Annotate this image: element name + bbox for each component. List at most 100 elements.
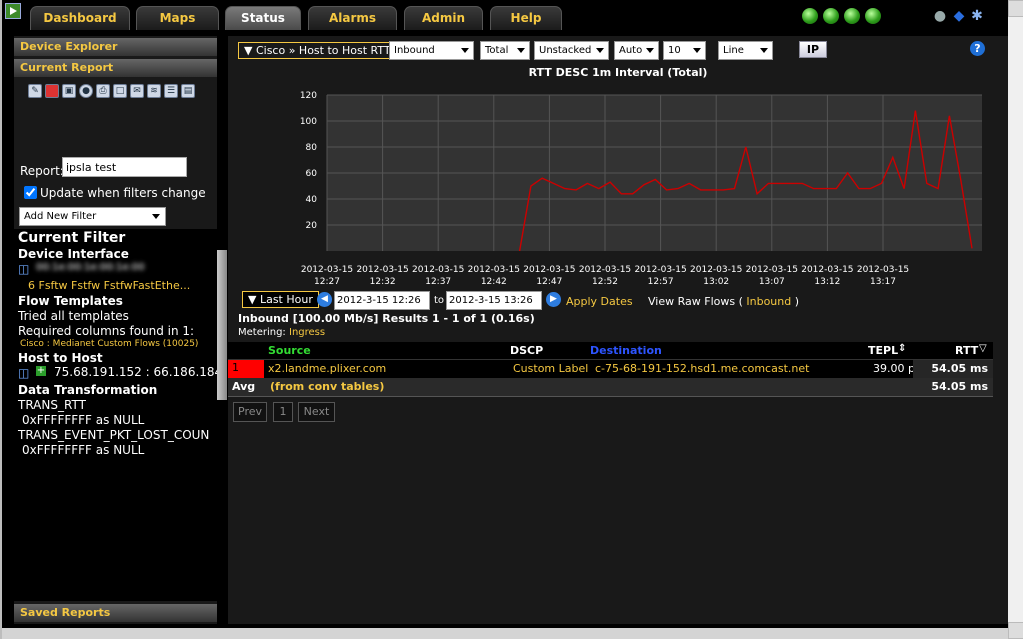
transformation-item: TRANS_EVENT_PKT_LOST_COUN bbox=[18, 428, 210, 442]
status-light-icon[interactable] bbox=[865, 8, 881, 24]
ip-button[interactable]: IP bbox=[799, 41, 827, 58]
column-tepl[interactable]: TEPL bbox=[868, 344, 898, 357]
trash-icon[interactable]: ◫ bbox=[18, 262, 29, 276]
tab-maps[interactable]: Maps bbox=[136, 6, 219, 30]
data-transformation-label: Data Transformation bbox=[18, 383, 158, 397]
total-select[interactable]: Total bbox=[480, 41, 530, 60]
next-period-icon[interactable]: ▶ bbox=[546, 292, 561, 307]
page-number-button[interactable]: 1 bbox=[273, 402, 293, 422]
avg-note: (from conv tables) bbox=[270, 380, 385, 393]
table-row[interactable]: 1 x2.landme.plixer.com Custom Label c-75… bbox=[228, 359, 993, 379]
avg-label: Avg bbox=[232, 380, 256, 393]
date-from-input[interactable] bbox=[334, 291, 430, 310]
device-ip[interactable]: 00:1e:00:1e:00:1e:00 bbox=[36, 262, 145, 273]
view-raw-inbound-link[interactable]: Inbound bbox=[746, 295, 791, 308]
view-raw-prefix: View Raw Flows ( bbox=[648, 295, 743, 308]
x-tick-label: 12:32 bbox=[370, 277, 396, 287]
x-tick-label: 2012-03-15 bbox=[857, 265, 909, 275]
edit-icon[interactable]: ✎ bbox=[28, 84, 42, 98]
destination-host[interactable]: c-75-68-191-152.hsd1.me.comcast.net bbox=[595, 362, 809, 375]
device-explorer-header[interactable]: Device Explorer bbox=[14, 38, 217, 56]
print-icon[interactable]: ⎙ bbox=[96, 84, 110, 98]
info-icon[interactable]: ◆ bbox=[951, 8, 967, 24]
email-icon[interactable]: ✉ bbox=[130, 84, 144, 98]
save-red-icon[interactable] bbox=[45, 84, 59, 98]
column-destination[interactable]: Destination bbox=[590, 344, 662, 357]
next-page-button[interactable]: Next bbox=[298, 402, 335, 422]
device-interface-label: Device Interface bbox=[18, 247, 129, 261]
metering-label: Metering: bbox=[238, 327, 286, 338]
sidebar-collapse-handle[interactable] bbox=[217, 250, 227, 400]
status-light-icon[interactable] bbox=[823, 8, 839, 24]
wrench-icon[interactable]: ✱ bbox=[969, 8, 985, 24]
count-select[interactable]: 10 bbox=[663, 41, 706, 60]
prev-page-button[interactable]: Prev bbox=[233, 402, 267, 422]
scale-select[interactable]: Auto bbox=[614, 41, 659, 60]
sort-icon[interactable]: ⇕ bbox=[898, 343, 906, 354]
document-icon[interactable]: ☰ bbox=[164, 84, 178, 98]
y-tick-label: 80 bbox=[306, 143, 318, 153]
host-pair[interactable]: 75.68.191.152 : 66.186.184.2 bbox=[54, 365, 217, 379]
column-dscp[interactable]: DSCP bbox=[510, 344, 543, 357]
tab-dashboard[interactable]: Dashboard bbox=[30, 6, 130, 30]
status-light-icon[interactable] bbox=[802, 8, 818, 24]
add-icon[interactable]: + bbox=[36, 366, 46, 376]
date-to-input[interactable] bbox=[446, 291, 542, 310]
sort-desc-icon[interactable]: ▽ bbox=[979, 343, 987, 354]
column-rtt[interactable]: RTT bbox=[955, 344, 978, 357]
view-raw-flows: View Raw Flows ( Inbound ) bbox=[648, 295, 799, 308]
device-interface-name[interactable]: 6 Fsftw Fstfw FstfwFastEthe... bbox=[28, 279, 190, 292]
tab-help[interactable]: Help bbox=[490, 6, 562, 30]
report-name-input[interactable] bbox=[62, 157, 187, 177]
x-tick-label: 12:37 bbox=[425, 277, 451, 287]
count-select-value: 10 bbox=[668, 45, 681, 56]
x-tick-label: 2012-03-15 bbox=[523, 265, 575, 275]
stacking-select[interactable]: Unstacked bbox=[534, 41, 609, 60]
tab-alarms[interactable]: Alarms bbox=[308, 6, 397, 30]
column-source[interactable]: Source bbox=[268, 344, 311, 357]
report-breadcrumb[interactable]: ▼ Cisco » Host to Host RTT bbox=[238, 42, 397, 59]
avg-rtt: 54.05 ms bbox=[931, 380, 988, 393]
rtt-value: 54.05 ms bbox=[913, 360, 993, 378]
metering-link[interactable]: Ingress bbox=[289, 327, 325, 338]
dscp-value[interactable]: Custom Label bbox=[513, 362, 588, 375]
save-icon[interactable]: ▣ bbox=[62, 84, 76, 98]
report-label: Report: bbox=[20, 164, 64, 178]
status-light-icon[interactable] bbox=[844, 8, 860, 24]
help-icon[interactable]: ? bbox=[970, 41, 985, 56]
direction-select[interactable]: Inbound bbox=[389, 41, 474, 60]
source-host[interactable]: x2.landme.plixer.com bbox=[268, 362, 386, 375]
vertical-scrollbar[interactable] bbox=[1008, 0, 1023, 639]
saved-reports-header[interactable]: Saved Reports bbox=[14, 604, 217, 622]
template-name[interactable]: Cisco : Medianet Custom Flows (10025) bbox=[20, 339, 198, 349]
row-index: 1 bbox=[228, 360, 264, 378]
globe-icon[interactable]: ● bbox=[79, 84, 93, 98]
update-filters-checkbox[interactable] bbox=[24, 186, 37, 199]
x-tick-label: 12:47 bbox=[536, 277, 562, 287]
scroll-down-icon[interactable] bbox=[1008, 622, 1023, 639]
horizontal-scrollbar[interactable] bbox=[2, 628, 1008, 639]
x-tick-label: 2012-03-15 bbox=[579, 265, 631, 275]
app-logo-icon[interactable] bbox=[5, 3, 21, 19]
add-filter-select[interactable]: Add New Filter bbox=[19, 207, 166, 226]
users-icon[interactable]: ● bbox=[932, 8, 948, 24]
previous-period-icon[interactable]: ◀ bbox=[317, 292, 332, 307]
scroll-up-icon[interactable] bbox=[1008, 0, 1023, 17]
time-range-select[interactable]: ▼ Last Hour bbox=[242, 291, 319, 308]
current-filter-panel: Current Filter Device Interface ◫ 00:1e:… bbox=[14, 229, 217, 601]
scale-select-value: Auto bbox=[619, 45, 643, 56]
x-tick-label: 2012-03-15 bbox=[690, 265, 742, 275]
x-tick-label: 2012-03-15 bbox=[468, 265, 520, 275]
add-filter-select-label: Add New Filter bbox=[24, 211, 97, 222]
apply-dates-link[interactable]: Apply Dates bbox=[566, 295, 633, 308]
current-report-header[interactable]: Current Report bbox=[14, 59, 217, 77]
flow-templates-label: Flow Templates bbox=[18, 294, 123, 308]
tab-status[interactable]: Status bbox=[225, 6, 301, 30]
host-to-host-label: Host to Host bbox=[18, 351, 103, 365]
rss-icon[interactable]: ≋ bbox=[147, 84, 161, 98]
page-icon[interactable]: ▤ bbox=[181, 84, 195, 98]
tab-admin[interactable]: Admin bbox=[404, 6, 483, 30]
chart-type-select[interactable]: Line bbox=[718, 41, 773, 60]
trash-icon[interactable]: ◫ bbox=[18, 366, 29, 380]
copy-icon[interactable]: □ bbox=[113, 84, 127, 98]
